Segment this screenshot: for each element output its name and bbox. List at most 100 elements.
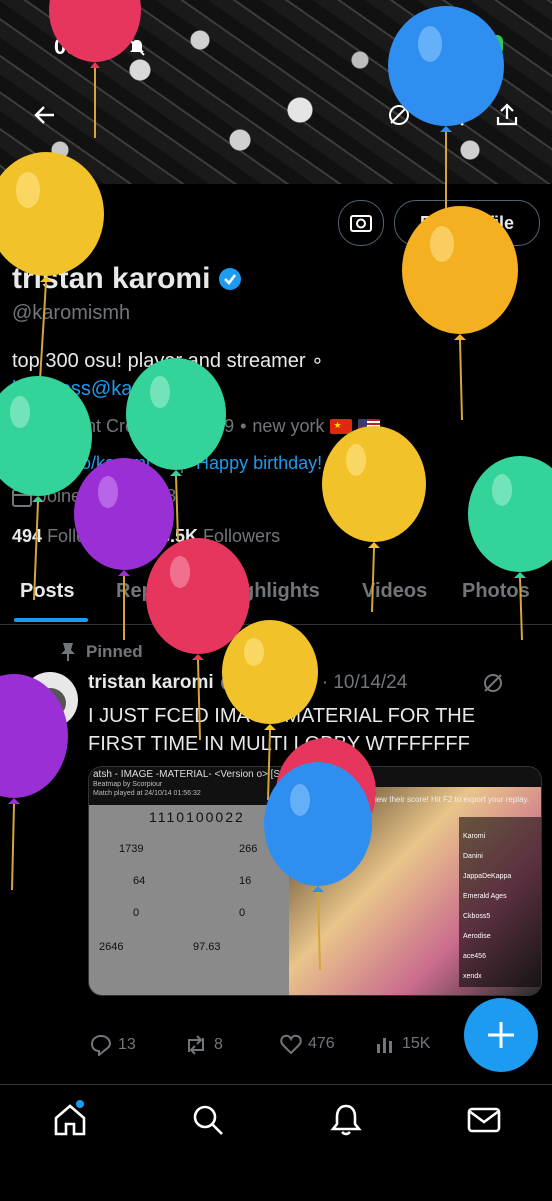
media-num-100: 64	[133, 875, 146, 887]
tabs-divider	[0, 624, 552, 625]
media-player: JappaDeKappa	[463, 873, 512, 880]
briefcase-icon	[12, 417, 32, 436]
followers-count: 3.5K	[160, 526, 199, 546]
tab-posts[interactable]: Posts	[20, 580, 74, 603]
flag-china-icon: ★	[330, 419, 353, 434]
following-label: Following	[47, 526, 124, 546]
profile-category: Content Creator	[38, 416, 167, 436]
edit-profile-button[interactable]: Edit profile	[394, 200, 540, 246]
media-num-geki: 266	[239, 843, 258, 855]
share-icon	[496, 103, 518, 126]
wifi-icon	[432, 35, 458, 54]
views-count: 15K	[402, 1035, 431, 1052]
media-player: Ckboss5	[463, 913, 491, 920]
media-num-50: 0	[133, 907, 140, 919]
retweet-circle-icon	[389, 105, 409, 125]
media-played: Match played at 24/10/14 01:56:32	[93, 790, 201, 797]
media-player-list: Karomi Danini JappaDeKappa Emerald Ages …	[463, 827, 511, 987]
retweet-circle-icon[interactable]	[482, 672, 504, 694]
notifications-icon[interactable]	[328, 1102, 364, 1138]
pin-icon	[61, 643, 75, 661]
bio-email-link[interactable]: business@karomi.live	[12, 378, 207, 401]
media-combo: 2646	[99, 941, 124, 953]
post-media[interactable]: atsh - IMAGE -MATERIAL- <Version o> [S B…	[88, 766, 542, 996]
profile-meta-row-3: Joined April 2018	[12, 486, 176, 507]
home-notification-dot	[76, 1100, 84, 1108]
reply-count: 13	[118, 1036, 136, 1053]
post-author-handle: @karo...	[243, 672, 316, 693]
media-button[interactable]	[338, 200, 384, 246]
media-player: Danini	[463, 853, 483, 860]
back-arrow-icon	[34, 106, 54, 124]
tab-videos[interactable]: Videos	[362, 580, 427, 603]
media-num-300: 1739	[119, 843, 144, 855]
tab-photos[interactable]: Photos	[462, 580, 530, 603]
post-author-name[interactable]: tristan karomi	[88, 672, 214, 694]
pinned-label-row: Pinned	[60, 642, 143, 662]
media-accuracy: 97.63	[193, 941, 221, 953]
verified-badge-icon	[220, 675, 237, 691]
profile-website-link[interactable]: solo.to/karomi	[38, 453, 150, 474]
media-player: Emerald Ages	[463, 893, 507, 900]
compose-button[interactable]	[464, 998, 538, 1072]
like-count: 476	[308, 1035, 335, 1052]
profile-meta-row-1: Content Creator 19 • new york ★	[12, 416, 381, 437]
media-export-hint: ayer tab to view their score! Hit F2 to …	[331, 795, 530, 804]
followers-stat[interactable]: 3.5K Followers	[160, 526, 280, 547]
link-icon	[12, 453, 32, 473]
signal-icon	[392, 36, 417, 54]
media-num-katu: 16	[239, 875, 252, 887]
location-icon	[192, 416, 209, 437]
tab-highlights[interactable]: Highlights	[222, 580, 320, 603]
reply-action[interactable]: 13	[90, 1034, 136, 1056]
author-avatar[interactable]	[22, 672, 78, 728]
views-action[interactable]: 15K	[376, 1034, 430, 1054]
repost-icon	[188, 1035, 204, 1055]
verified-badge-icon[interactable]	[218, 267, 242, 291]
profile-location: new york	[252, 416, 325, 436]
battery-indicator: 100	[465, 35, 503, 55]
like-icon	[280, 1034, 302, 1054]
media-player: xendx	[463, 973, 482, 980]
search-button[interactable]	[436, 98, 470, 132]
balloon-green-right	[468, 456, 552, 641]
back-button[interactable]	[28, 98, 62, 132]
tab-replies[interactable]: Replies	[116, 580, 187, 603]
home-icon[interactable]	[52, 1102, 88, 1138]
share-button[interactable]	[490, 98, 524, 132]
bio-text: top 300 osu! player and streamer ∘	[12, 350, 324, 372]
profile-name: tristan karomi	[12, 262, 211, 295]
media-num-miss: 0	[239, 907, 246, 919]
like-action[interactable]: 476	[280, 1034, 335, 1054]
media-beatmap: Beatmap by Scorpiour	[93, 781, 163, 788]
views-icon	[377, 1038, 392, 1053]
repost-count: 8	[214, 1036, 223, 1053]
reply-icon	[90, 1034, 112, 1056]
profile-meta-row-2: solo.to/karomi Happy birthday!	[12, 452, 322, 474]
profile-joined-date: Joined April 2018	[38, 486, 177, 506]
post-header: tristan karomi @karo... · 10/14/24	[88, 672, 407, 694]
calendar-icon	[12, 488, 32, 507]
repost-action[interactable]: 8	[184, 1034, 223, 1056]
post-text: I JUST FCED IMAGE MATERIAL FOR THE FIRST…	[88, 705, 476, 755]
following-stat[interactable]: 494 Following	[12, 526, 123, 547]
meta-separator: •	[240, 416, 247, 436]
messages-icon[interactable]	[466, 1102, 502, 1138]
pinned-label: Pinned	[86, 642, 143, 661]
followers-label: Followers	[203, 526, 281, 546]
media-title: atsh - IMAGE -MATERIAL- <Version o> [S	[93, 769, 281, 780]
bell-slash-icon	[129, 39, 145, 56]
retweet-circle-button[interactable]	[382, 98, 416, 132]
active-tab-indicator	[14, 618, 88, 622]
search-icon	[442, 104, 464, 126]
post-date: · 10/14/24	[321, 672, 408, 693]
status-time: 05:26	[54, 34, 111, 59]
explore-icon[interactable]	[190, 1102, 226, 1138]
media-player: Aerodise	[463, 933, 491, 940]
profile-age: 19	[214, 416, 235, 436]
profile-handle: @karomismh	[12, 302, 131, 324]
flag-usa-icon	[358, 419, 381, 434]
profile-birthday[interactable]: Happy birthday!	[196, 453, 322, 474]
media-score: 1110100022	[149, 809, 245, 825]
profile-banner[interactable]	[0, 0, 552, 184]
